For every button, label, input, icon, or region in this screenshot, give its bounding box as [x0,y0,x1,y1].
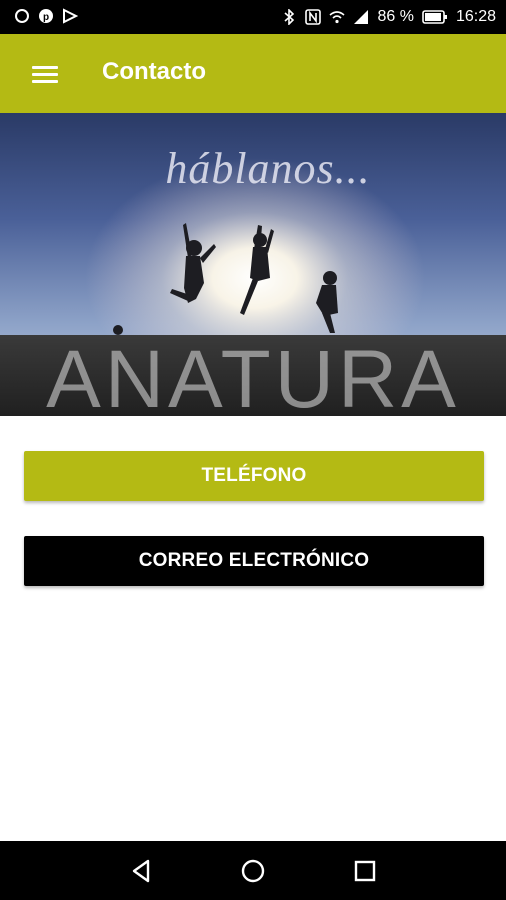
system-nav-bar [0,841,506,900]
battery-icon [422,10,447,24]
wifi-icon [329,11,346,24]
status-bar: p 86 % 16:28 [0,0,506,34]
email-button[interactable]: CORREO ELECTRÓNICO [24,536,484,586]
recents-icon[interactable] [350,856,380,886]
home-icon[interactable] [238,856,268,886]
svg-text:p: p [43,12,49,23]
battery-percent: 86 % [377,8,414,25]
page-title: Contacto [102,58,206,85]
play-store-icon [63,8,78,24]
nfc-icon [305,9,322,25]
hero-tagline: háblanos... [165,144,371,193]
phone-button[interactable]: TELÉFONO [24,451,484,501]
brand-logo-text: ANATURA [46,334,460,417]
clock: 16:28 [455,8,496,25]
pinterest-icon: p [39,9,53,23]
signal-icon [354,10,369,24]
app-bar: Contacto [0,34,506,113]
sync-icon [15,9,29,23]
bluetooth-icon [284,9,295,25]
hero-banner: háblanos... ANATURA [0,113,506,416]
back-icon[interactable] [126,856,156,886]
hamburger-menu-icon[interactable] [28,60,64,88]
